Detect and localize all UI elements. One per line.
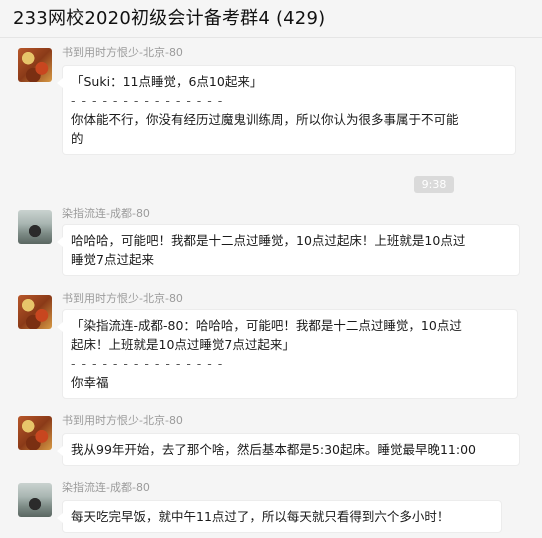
message-text: 睡觉7点过起来 (71, 252, 154, 267)
quote-divider: - - - - - - - - - - - - - - - (71, 93, 224, 108)
message-bubble[interactable]: 我从99年开始，去了那个啥，然后基本都是5:30起床。睡觉最早晚11:00 (57, 433, 520, 466)
chat-window: 233网校2020初级会计备考群4 (429) 书到用时方恨少-北京-80 「S… (0, 0, 542, 538)
message-text: 我从99年开始，去了那个啥，然后基本都是5:30起床。睡觉最早晚11:00 (71, 442, 476, 457)
message-bubble[interactable]: 「染指流连-成都-80：哈哈哈，可能吧！我都是十二点过睡觉，10点过 起床！上班… (57, 309, 518, 399)
message-bubble[interactable]: 每天吃完早饭，就中午11点过了，所以每天就只看得到六个多小时！ (57, 500, 502, 533)
quoted-text: 「染指流连-成都-80：哈哈哈，可能吧！我都是十二点过睡觉，10点过 (71, 318, 462, 333)
person-avatar[interactable] (18, 210, 52, 244)
message-text: 你体能不行，你没有经历过魔鬼训练周，所以你认为很多事属于不可能 (71, 112, 459, 127)
message-text: 的 (71, 131, 84, 146)
sender-name[interactable]: 染指流连-成都-80 (62, 205, 150, 221)
quoted-text: 起床！上班就是10点过睡觉7点过起来」 (71, 337, 295, 352)
autumn-leaves-avatar[interactable] (18, 416, 52, 450)
timestamp-divider: 9:38 (414, 176, 454, 193)
message-text: 你幸福 (71, 375, 109, 390)
scrollbar[interactable] (535, 44, 540, 164)
quote-divider: - - - - - - - - - - - - - - - (71, 356, 224, 371)
sender-name[interactable]: 书到用时方恨少-北京-80 (62, 44, 183, 60)
message-bubble[interactable]: 哈哈哈，可能吧！我都是十二点过睡觉，10点过起床！上班就是10点过 睡觉7点过起… (57, 224, 520, 276)
message-text: 每天吃完早饭，就中午11点过了，所以每天就只看得到六个多小时！ (71, 509, 450, 524)
sender-name[interactable]: 染指流连-成都-80 (62, 479, 150, 495)
title-bar: 233网校2020初级会计备考群4 (429) (0, 0, 542, 38)
autumn-leaves-avatar[interactable] (18, 48, 52, 82)
message-text: 哈哈哈，可能吧！我都是十二点过睡觉，10点过起床！上班就是10点过 (71, 233, 466, 248)
quoted-text: 「Suki：11点睡觉，6点10起来」 (71, 74, 263, 89)
message-bubble[interactable]: 「Suki：11点睡觉，6点10起来」 - - - - - - - - - - … (57, 65, 516, 155)
sender-name[interactable]: 书到用时方恨少-北京-80 (62, 290, 183, 306)
sender-name[interactable]: 书到用时方恨少-北京-80 (62, 412, 183, 428)
chat-title: 233网校2020初级会计备考群4 (429) (13, 8, 326, 29)
person-avatar[interactable] (18, 483, 52, 517)
autumn-leaves-avatar[interactable] (18, 295, 52, 329)
